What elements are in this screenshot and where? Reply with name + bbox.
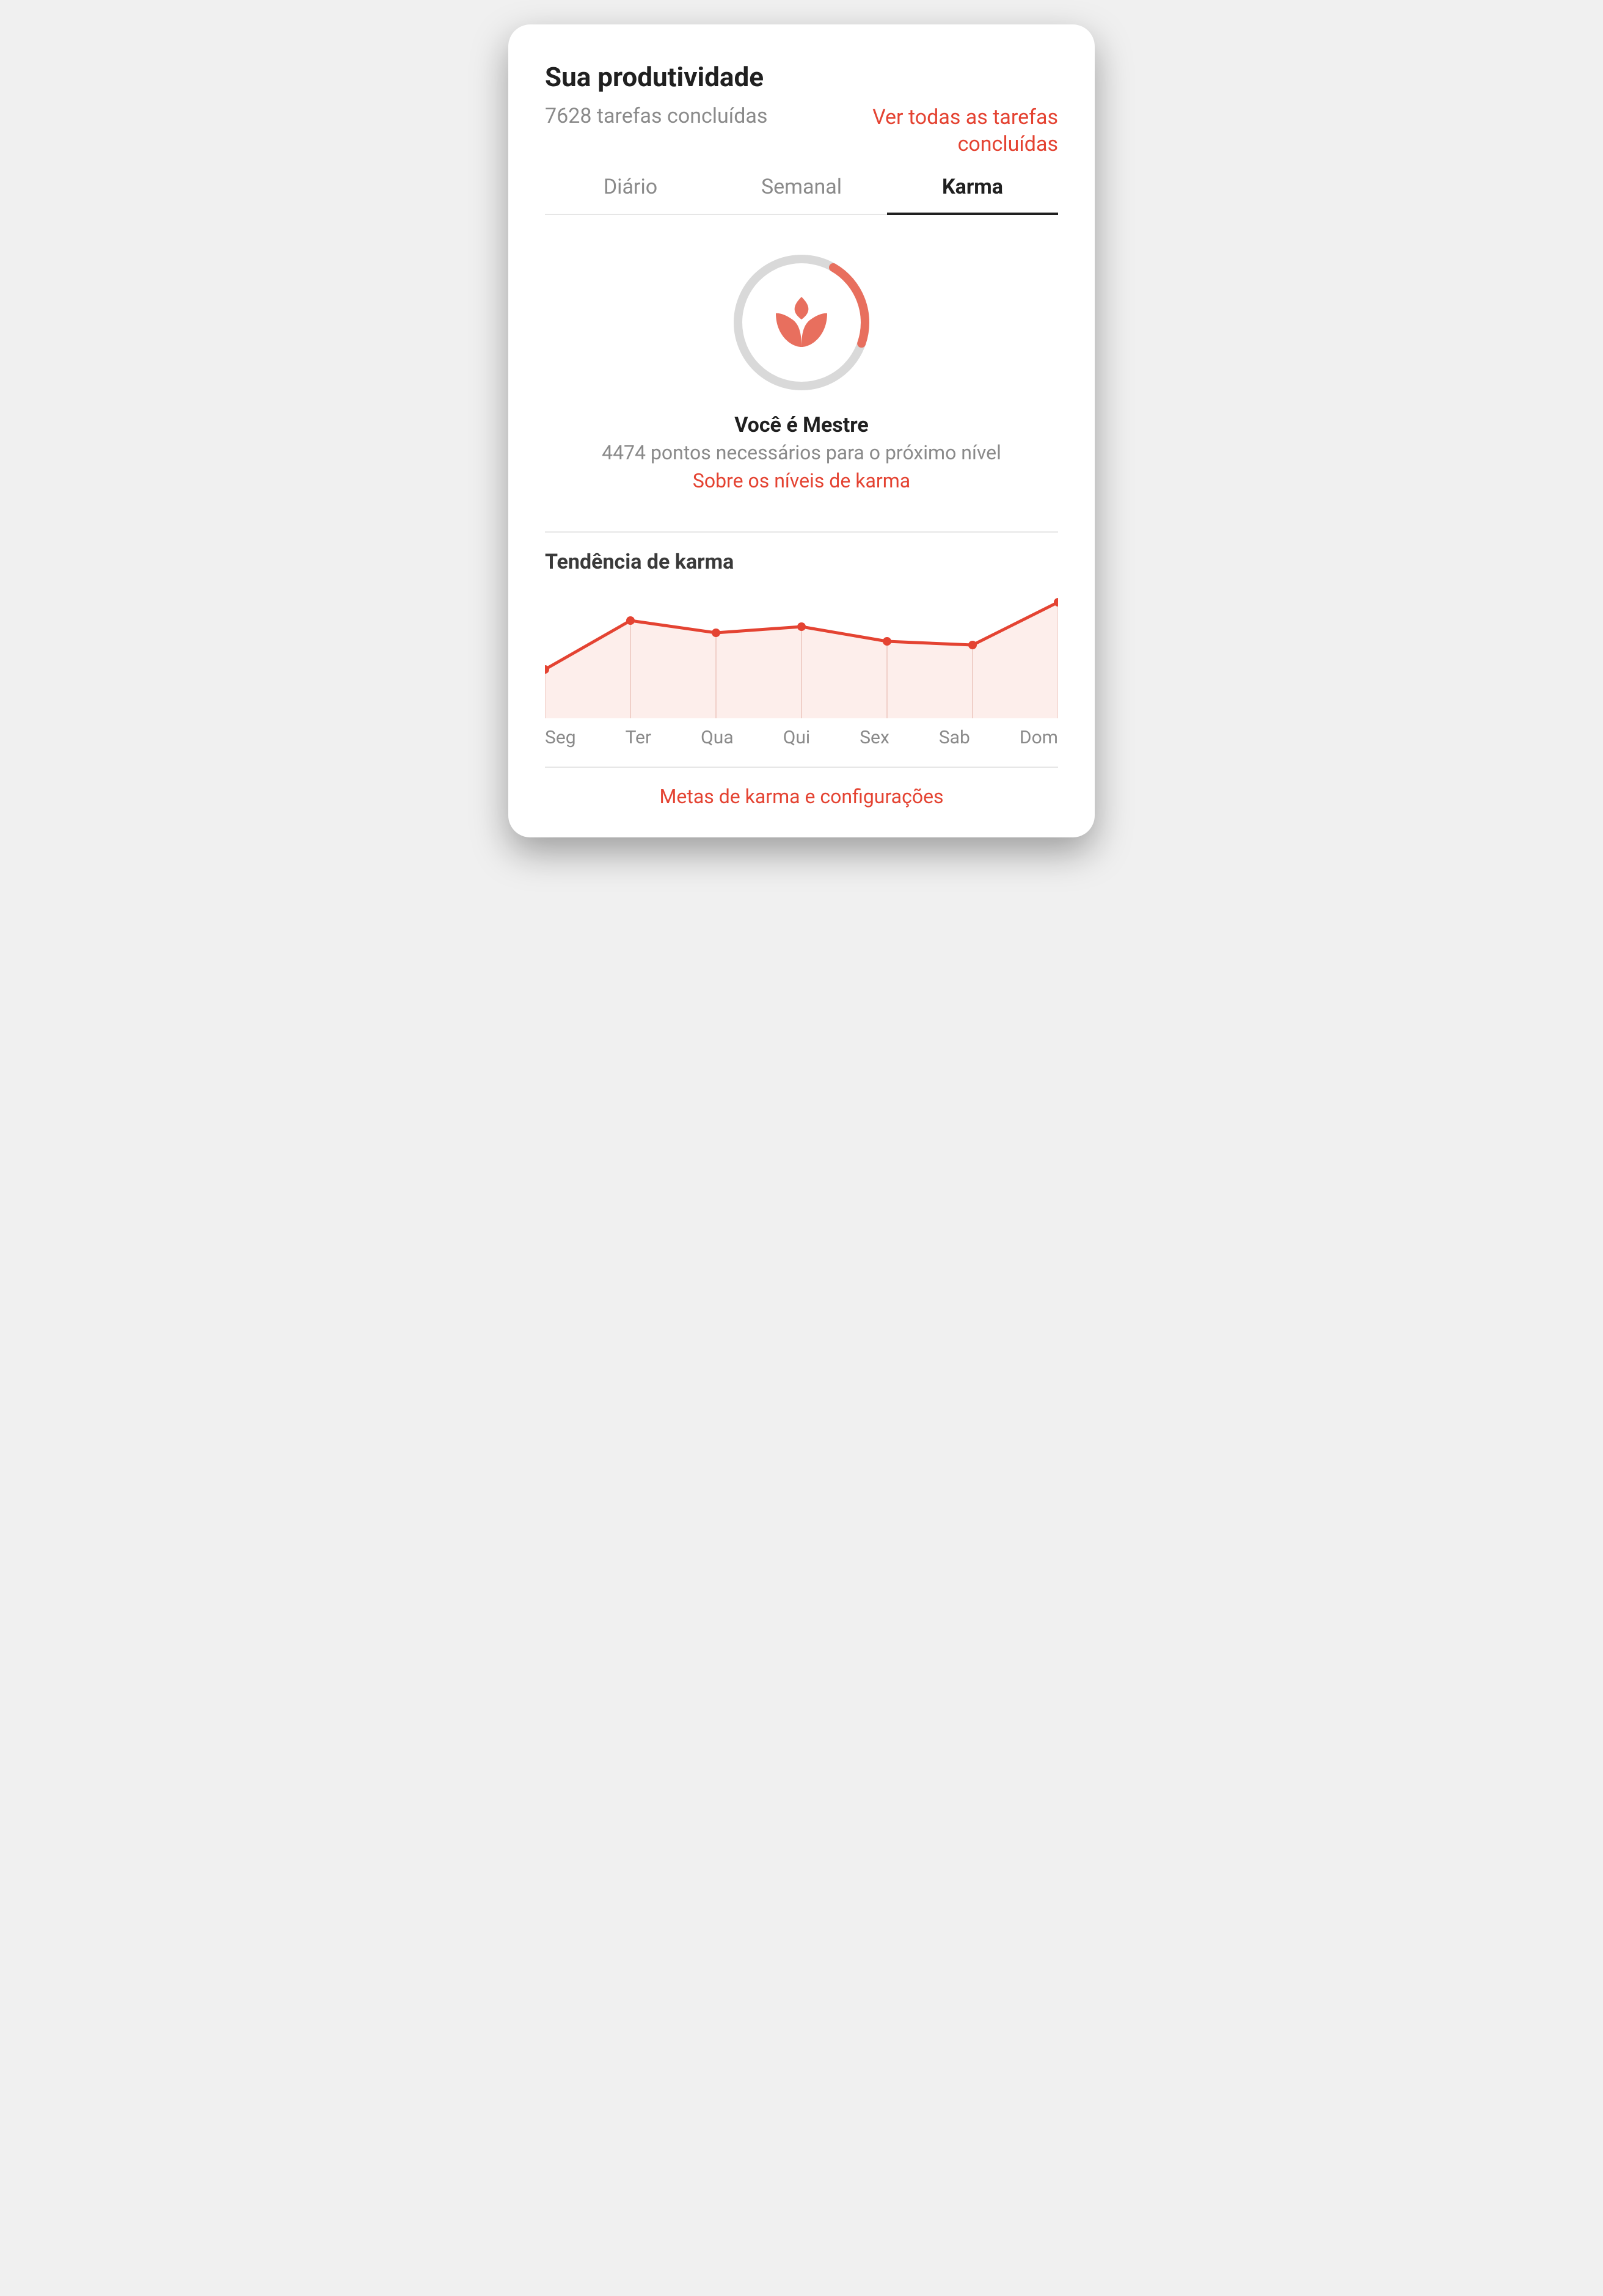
trend-x-label: Qui (783, 727, 810, 748)
tab-weekly[interactable]: Semanal (716, 164, 887, 214)
karma-points-to-next: 4474 pontos necessários para o próximo n… (545, 441, 1058, 464)
trend-x-label: Qua (701, 727, 734, 748)
page-title: Sua produtividade (545, 61, 1058, 93)
tasks-completed-count: 7628 tarefas concluídas (545, 104, 767, 128)
see-all-tasks-link[interactable]: Ver todas as tarefas concluídas (791, 104, 1058, 158)
trend-x-label: Ter (626, 727, 652, 748)
karma-section: Você é Mestre 4474 pontos necessários pa… (545, 215, 1058, 517)
about-karma-levels-link[interactable]: Sobre os níveis de karma (693, 469, 910, 492)
karma-trend-chart (545, 584, 1058, 718)
karma-level-title: Você é Mestre (545, 413, 1058, 437)
karma-goals-settings-link[interactable]: Metas de karma e configurações (545, 768, 1058, 808)
karma-flower-icon (776, 297, 827, 347)
trend-x-label: Seg (545, 727, 576, 748)
trend-x-label: Sab (939, 727, 970, 748)
karma-trend-title: Tendência de karma (545, 550, 1058, 574)
karma-trend-x-labels: Seg Ter Qua Qui Sex Sab Dom (545, 727, 1058, 748)
trend-x-label: Dom (1020, 727, 1058, 748)
trend-x-label: Sex (860, 727, 889, 748)
karma-progress-ring (728, 249, 875, 396)
section-divider (545, 531, 1058, 533)
tab-daily[interactable]: Diário (545, 164, 716, 214)
productivity-card: Sua produtividade 7628 tarefas concluída… (508, 24, 1095, 837)
tabs-bar: Diário Semanal Karma (545, 164, 1058, 215)
subheader-row: 7628 tarefas concluídas Ver todas as tar… (545, 104, 1058, 158)
tab-karma[interactable]: Karma (887, 164, 1058, 215)
